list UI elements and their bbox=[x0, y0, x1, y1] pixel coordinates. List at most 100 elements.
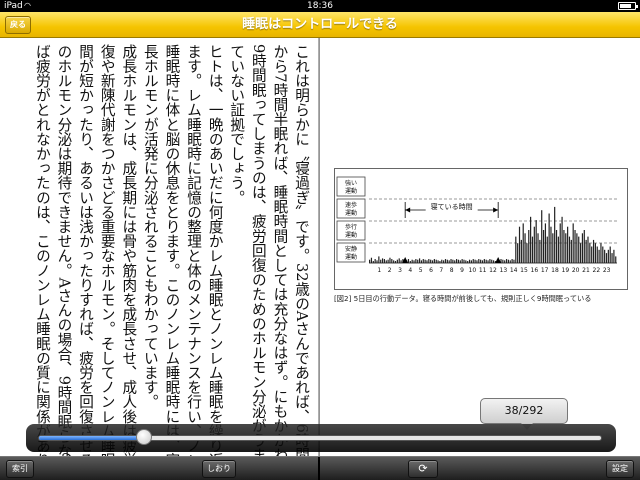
settings-button[interactable]: 設定 bbox=[606, 460, 634, 478]
activity-bar bbox=[502, 259, 504, 263]
activity-bar bbox=[481, 260, 484, 263]
text-column: ます。レム睡眠時に記憶の整理と体のメンテナンスを行い、ノンレム bbox=[185, 44, 203, 456]
activity-bar bbox=[468, 259, 471, 263]
activity-bar bbox=[550, 226, 552, 263]
activity-bar bbox=[568, 236, 571, 263]
activity-bar bbox=[505, 259, 508, 263]
activity-bar bbox=[378, 256, 380, 263]
activity-bar bbox=[574, 230, 576, 263]
activity-bar bbox=[485, 259, 487, 263]
activity-bar bbox=[557, 236, 559, 263]
text-column: ば疲労がとれなかったのは、このノンレム睡眠の質に関係があります。 bbox=[33, 44, 51, 456]
chart-svg: 強い運動速歩運動歩行運動安静運動1 2 3 4 5 6 7 8 9 10 11 12 13 14 15 16 1… bbox=[336, 176, 617, 274]
activity-bar bbox=[376, 260, 378, 263]
activity-chart: 強い 運動 速歩 運動 歩行 運動 安静 運動 1 2 3 4 5 6 7 8 9 10 11 12 13 14 15 16 1… bbox=[334, 168, 628, 290]
status-time: 18:36 bbox=[307, 1, 333, 11]
x-tick-label: 13 bbox=[500, 267, 508, 274]
refresh-button[interactable]: ⟳ bbox=[408, 460, 438, 478]
x-tick-label: 9 bbox=[460, 267, 464, 274]
x-tick-label: 3 bbox=[398, 267, 402, 274]
row-label-text: 強い bbox=[345, 179, 357, 187]
index-button[interactable]: 索引 bbox=[6, 460, 34, 478]
activity-bar bbox=[563, 230, 565, 263]
activity-bar bbox=[511, 259, 513, 263]
row-label-text: 安静 bbox=[345, 245, 357, 253]
row-label-text: 歩行 bbox=[345, 223, 357, 231]
activity-bar bbox=[542, 230, 545, 263]
activity-bar bbox=[592, 239, 595, 263]
x-tick-label: 11 bbox=[479, 267, 487, 274]
x-tick-label: 18 bbox=[551, 267, 559, 274]
activity-bar bbox=[370, 257, 373, 263]
activity-bar bbox=[507, 259, 510, 263]
back-button[interactable]: 戻る bbox=[5, 16, 31, 34]
x-tick-label: 7 bbox=[439, 267, 443, 274]
text-column: 睡眠時に体と脳の休息をとります。このノンレム睡眠時には、実は成 bbox=[163, 44, 181, 456]
activity-bar bbox=[459, 260, 461, 263]
activity-bar bbox=[539, 239, 541, 263]
activity-bar bbox=[457, 259, 460, 263]
activity-bar bbox=[515, 236, 517, 263]
activity-bar bbox=[581, 233, 584, 263]
activity-bar bbox=[369, 259, 371, 263]
slider-thumb[interactable] bbox=[136, 429, 152, 445]
activity-bar bbox=[467, 261, 469, 263]
activity-bar bbox=[393, 260, 395, 263]
left-book-page[interactable]: これは明らかに〝寝過ぎ〟です。32歳のAさんであれば、6時間半 から7時間半眠れば… bbox=[0, 38, 318, 456]
slider-fill bbox=[39, 436, 145, 440]
bookmark-button[interactable]: しおり bbox=[202, 460, 236, 478]
activity-bar bbox=[409, 261, 411, 263]
activity-bar bbox=[417, 259, 419, 263]
x-tick-label: 4 bbox=[408, 267, 412, 274]
activity-bar bbox=[450, 259, 452, 263]
x-tick-label: 12 bbox=[489, 267, 497, 274]
text-column: のホルモン分泌は期待できません。Aさんの場合、9時間眠らなけれ bbox=[55, 44, 73, 456]
slider-track[interactable] bbox=[38, 435, 602, 441]
right-book-page[interactable]: 強い 運動 速歩 運動 歩行 運動 安静 運動 1 2 3 4 5 6 7 8 9 10 11 12 13 14 15 16 1… bbox=[320, 38, 640, 456]
activity-bar bbox=[530, 216, 532, 263]
x-tick-label: 16 bbox=[531, 267, 539, 274]
row-label-text: 運動 bbox=[345, 187, 357, 195]
activity-bar bbox=[520, 239, 522, 263]
activity-bar bbox=[526, 243, 528, 263]
text-column: 間が短かったり、あるいは浅かったりすれば、疲労を回復させるため bbox=[77, 44, 95, 456]
activity-bar bbox=[487, 260, 489, 263]
page-progress-tooltip: 38/292 bbox=[480, 398, 568, 430]
activity-bar bbox=[448, 260, 450, 263]
x-tick-label: 19 bbox=[562, 267, 570, 274]
x-tick-label: 5 bbox=[419, 267, 423, 274]
x-tick-label: 1 bbox=[377, 267, 381, 274]
activity-bar bbox=[604, 249, 606, 263]
activity-bar bbox=[381, 258, 384, 263]
activity-bar bbox=[509, 260, 511, 263]
page-slider[interactable] bbox=[26, 424, 616, 452]
activity-bar bbox=[455, 259, 458, 263]
activity-bar bbox=[478, 259, 480, 263]
activity-bar bbox=[387, 259, 389, 263]
activity-bar bbox=[489, 259, 491, 263]
activity-bar bbox=[578, 236, 580, 263]
text-column: これは明らかに〝寝過ぎ〟です。32歳のAさんであれば、6時間半 bbox=[293, 44, 310, 456]
activity-bar bbox=[544, 223, 547, 263]
activity-bar bbox=[422, 259, 424, 263]
activity-bar bbox=[613, 249, 615, 263]
activity-bar bbox=[576, 233, 578, 263]
x-tick-label: 20 bbox=[572, 267, 580, 274]
activity-bar bbox=[522, 223, 524, 263]
activity-bar bbox=[483, 259, 485, 263]
battery-icon bbox=[618, 2, 638, 10]
sleep-arrow-right bbox=[493, 207, 499, 213]
activity-bar bbox=[583, 230, 585, 263]
activity-bar bbox=[537, 233, 539, 263]
activity-bar bbox=[461, 259, 463, 263]
activity-bar bbox=[591, 246, 593, 263]
activity-bar bbox=[585, 239, 587, 263]
activity-bar bbox=[598, 249, 600, 263]
activity-bar bbox=[605, 253, 608, 263]
activity-bar bbox=[465, 260, 467, 263]
x-tick-label: 6 bbox=[429, 267, 433, 274]
activity-bar bbox=[548, 213, 550, 263]
activity-bar bbox=[470, 260, 472, 263]
activity-bar bbox=[374, 259, 376, 263]
text-column: 復や新陳代謝をつかさどる重要なホルモン。そしてノンレム睡眠の時 bbox=[98, 44, 116, 456]
